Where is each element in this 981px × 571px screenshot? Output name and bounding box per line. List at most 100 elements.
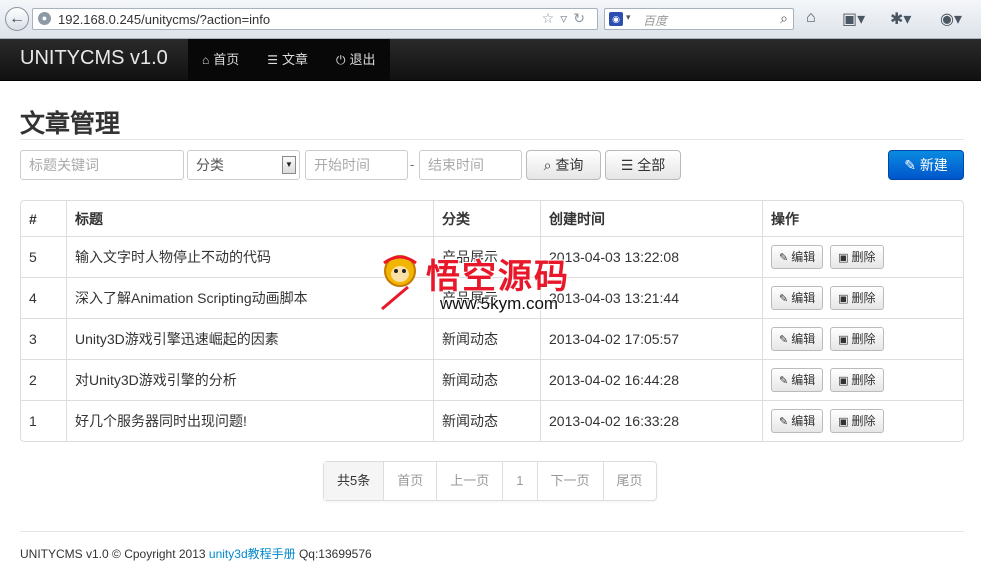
new-button[interactable]: ✎ 新建 [888, 150, 964, 180]
column-header-category: 分类 [433, 201, 540, 236]
row-id: 4 [21, 277, 66, 318]
keyword-input[interactable]: 标题关键词 [20, 150, 184, 180]
globe-icon: ● [38, 12, 51, 25]
row-id: 3 [21, 318, 66, 359]
bookmark-star-icon[interactable]: ☆ [542, 10, 561, 26]
watermark-title: 悟空源码 [426, 258, 570, 296]
watermark-url: www.5kym.com [440, 294, 559, 313]
extension-icon[interactable]: ◉▾ [940, 9, 962, 29]
reload-icon[interactable]: ↻ [573, 10, 591, 26]
row-title[interactable]: 对Unity3D游戏引擎的分析 [66, 359, 433, 400]
category-select[interactable]: 分类 ▼ [187, 150, 300, 180]
nav-item-label: 退出 [349, 52, 376, 67]
edit-button[interactable]: ✎ 编辑 [771, 409, 824, 433]
footer-link[interactable]: unity3d教程手册 [209, 547, 296, 561]
address-bar-icons: ☆▿↻ [542, 10, 591, 27]
delete-label: 删除 [851, 250, 876, 264]
pagination-first[interactable]: 首页 [383, 462, 436, 500]
delete-label: 删除 [851, 373, 876, 387]
footer: UNITYCMS v1.0 © Cpoyright 2013 unity3d教程… [20, 545, 372, 562]
footer-qq: Qq:13699576 [298, 547, 372, 561]
row-category: 新闻动态 [433, 400, 540, 441]
column-header-created: 创建时间 [540, 201, 762, 236]
chevron-down-icon: ▼ [282, 156, 296, 174]
pagination-next[interactable]: 下一页 [536, 462, 603, 500]
delete-button[interactable]: ▣ 删除 [830, 327, 884, 351]
row-created: 2013-04-02 17:05:57 [540, 318, 762, 359]
edit-button[interactable]: ✎ 编辑 [771, 327, 824, 351]
list-icon: ☰ [267, 53, 279, 67]
row-id: 2 [21, 359, 66, 400]
row-category: 新闻动态 [433, 318, 540, 359]
address-bar[interactable]: ● 192.168.0.245/unitycms/?action=info ☆▿… [32, 8, 598, 30]
magnifier-icon[interactable]: ⌕ [780, 10, 788, 27]
address-url: 192.168.0.245/unitycms/?action=info [58, 12, 271, 27]
query-button-label: 查询 [555, 157, 584, 173]
pagination-prev[interactable]: 上一页 [436, 462, 502, 500]
edit-button[interactable]: ✎ 编辑 [771, 245, 824, 269]
nav-menu: ⌂ 首页 ☰ 文章 ⏻ 退出 [188, 39, 390, 80]
query-button[interactable]: ⌕ 查询 [526, 150, 601, 180]
brand[interactable]: UNITYCMS v1.0 [20, 47, 168, 70]
row-id: 1 [21, 400, 66, 441]
table-row: 1 好几个服务器同时出现问题! 新闻动态 2013-04-02 16:33:28… [21, 400, 963, 441]
all-button-label: 全部 [637, 157, 666, 173]
new-button-label: 新建 [919, 157, 948, 173]
pagination-current[interactable]: 1 [502, 462, 536, 500]
row-title[interactable]: Unity3D游戏引擎迅速崛起的因素 [66, 318, 433, 359]
end-time-input[interactable]: 结束时间 [419, 150, 522, 180]
delete-label: 删除 [851, 291, 876, 305]
delete-label: 删除 [851, 332, 876, 346]
dropdown-icon[interactable]: ▿ [560, 10, 573, 26]
pagination: 共5条 首页 上一页 1 下一页 尾页 [323, 461, 657, 501]
delete-button[interactable]: ▣ 删除 [830, 409, 884, 433]
list-icon: ☰ [620, 157, 634, 173]
search-icon: ⌕ [543, 157, 552, 173]
engine-dropdown-icon[interactable]: ▾ [626, 12, 631, 23]
edit-label: 编辑 [791, 250, 816, 264]
edit-button[interactable]: ✎ 编辑 [771, 286, 824, 310]
row-title[interactable]: 好几个服务器同时出现问题! [66, 400, 433, 441]
edit-icon: ✎ [779, 375, 789, 387]
bookmarks-icon[interactable]: ▣▾ [842, 9, 865, 29]
row-created: 2013-04-02 16:33:28 [540, 400, 762, 441]
watermark: 悟空源码 www.5kym.com [378, 247, 608, 322]
home-icon[interactable]: ⌂ [806, 9, 816, 27]
pagination-last[interactable]: 尾页 [602, 462, 656, 500]
row-actions: ✎ 编辑 ▣ 删除 [762, 318, 963, 359]
edit-icon: ✎ [779, 334, 789, 346]
nav-item-articles[interactable]: ☰ 文章 [253, 39, 322, 80]
edit-icon: ✎ [779, 252, 789, 264]
column-header-actions: 操作 [762, 201, 963, 236]
trash-icon: ▣ [838, 252, 849, 264]
baidu-icon[interactable]: ◉ [609, 12, 623, 26]
row-actions: ✎ 编辑 ▣ 删除 [762, 236, 963, 277]
nav-item-logout[interactable]: ⏻ 退出 [322, 39, 390, 80]
delete-button[interactable]: ▣ 删除 [830, 245, 884, 269]
table-header-row: # 标题 分类 创建时间 操作 [21, 201, 963, 236]
browser-search-box[interactable]: ◉ ▾ 百度 ⌕ [604, 8, 794, 30]
edit-label: 编辑 [791, 332, 816, 346]
delete-button[interactable]: ▣ 删除 [830, 286, 884, 310]
monkey-logo-icon [381, 255, 417, 311]
footer-copyright: UNITYCMS v1.0 © Cpoyright 2013 [20, 547, 206, 561]
trash-icon: ▣ [838, 375, 849, 387]
delete-label: 删除 [851, 414, 876, 428]
title-divider [20, 139, 964, 140]
start-time-input[interactable]: 开始时间 [305, 150, 408, 180]
row-created: 2013-04-02 16:44:28 [540, 359, 762, 400]
all-button[interactable]: ☰ 全部 [605, 150, 681, 180]
edit-icon: ✎ [779, 293, 789, 305]
page-title: 文章管理 [20, 110, 121, 138]
trash-icon: ▣ [838, 416, 849, 428]
nav-item-label: 首页 [213, 52, 240, 67]
edit-label: 编辑 [791, 373, 816, 387]
edit-label: 编辑 [791, 291, 816, 305]
nav-item-home[interactable]: ⌂ 首页 [188, 39, 253, 80]
edit-button[interactable]: ✎ 编辑 [771, 368, 824, 392]
back-arrow-icon[interactable]: ← [5, 7, 29, 31]
nav-item-label: 文章 [282, 52, 309, 67]
pagination-total: 共5条 [324, 462, 384, 500]
delete-button[interactable]: ▣ 删除 [830, 368, 884, 392]
addon-icon[interactable]: ✱▾ [890, 9, 911, 29]
